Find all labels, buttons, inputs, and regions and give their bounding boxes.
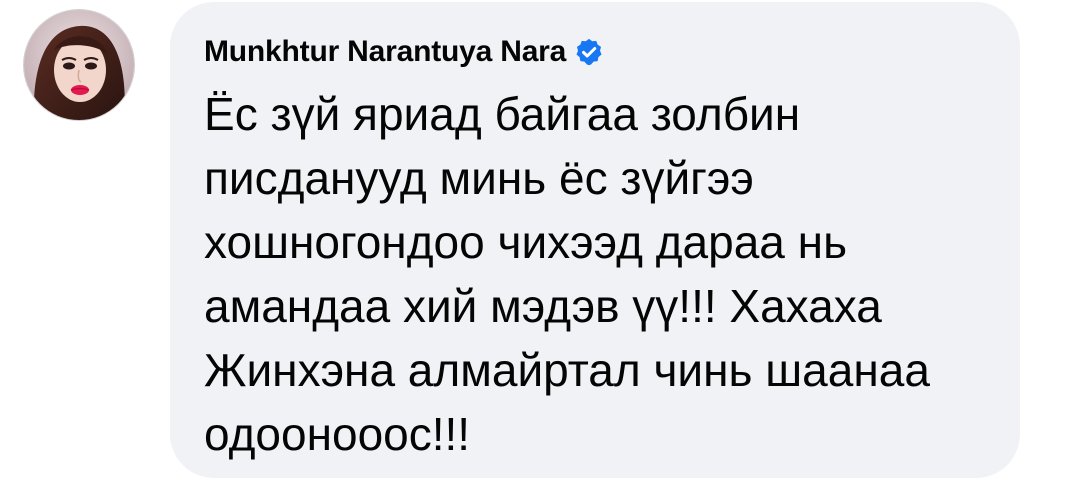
verified-badge-icon (574, 37, 604, 67)
comment-line: амандаа хий мэдэв үү!!! Хахаха (204, 280, 882, 332)
comment-line: одоонооос!!! (204, 408, 471, 460)
author-name[interactable]: Munkhtur Narantuya Nara (204, 35, 566, 69)
comment-text: Ёс зүй яриад байгаа золбин писданууд мин… (204, 82, 986, 466)
comment-header: Munkhtur Narantuya Nara (204, 30, 986, 74)
comment-line: писданууд минь ёс зүйгээ (204, 152, 754, 204)
comment-bubble: Munkhtur Narantuya Nara Ёс зүй яриад бай… (170, 2, 1020, 478)
author-avatar[interactable] (24, 10, 134, 120)
comment-line: хошногондоо чихээд дараа нь (204, 216, 848, 268)
avatar-image (24, 10, 134, 120)
comment-line: Жинхэна алмайртал чинь шаанаа (204, 344, 930, 396)
comment-line: Ёс зүй яриад байгаа золбин (204, 88, 801, 140)
